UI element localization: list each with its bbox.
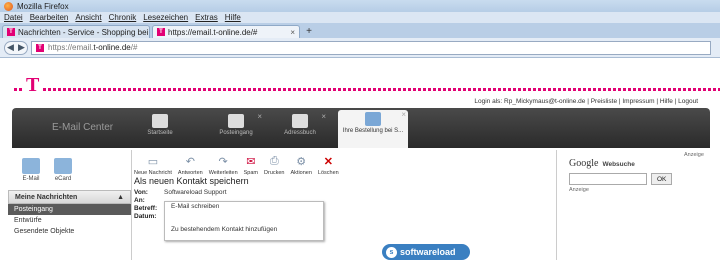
nav-tab-label: Adressbuch bbox=[284, 130, 316, 136]
google-search-header: Google Websuche bbox=[569, 158, 676, 169]
nav-tab-startseite[interactable]: Startseite bbox=[132, 112, 188, 146]
home-icon bbox=[152, 114, 168, 128]
new-message-icon: ▭ bbox=[147, 155, 159, 168]
tab-label: https://email.t-online.de/# bbox=[168, 27, 258, 37]
quick-actions: E-Mail eCard bbox=[8, 150, 131, 182]
browser-tab-nachrichten[interactable]: T Nachrichten - Service - Shopping bei .… bbox=[2, 25, 150, 38]
folder-entwuerfe[interactable]: Entwürfe bbox=[8, 215, 131, 226]
google-search-input[interactable] bbox=[569, 173, 647, 185]
new-message-button[interactable]: ▭ Neue Nachricht bbox=[134, 154, 172, 177]
telekom-logo[interactable]: T bbox=[14, 75, 720, 96]
actions-button[interactable]: ⚙ Aktionen bbox=[291, 154, 312, 177]
telekom-tab-icon: T bbox=[7, 28, 15, 36]
menu-lesezeichen[interactable]: Lesezeichen bbox=[143, 13, 188, 22]
login-links[interactable]: Login als: Rp_Mickymaus@t-online.de | Pr… bbox=[474, 98, 698, 105]
reply-icon: ↶ bbox=[185, 155, 195, 168]
telekom-header: T Login als: Rp_Mickymaus@t-online.de | … bbox=[0, 58, 720, 110]
inbox-icon bbox=[228, 114, 244, 128]
tab-close-icon[interactable]: × bbox=[290, 28, 295, 37]
quick-ecard-button[interactable]: eCard bbox=[54, 158, 72, 182]
mail-from[interactable]: Softwareload Support bbox=[164, 189, 227, 196]
folder-section-title: Meine Nachrichten bbox=[15, 193, 78, 201]
quick-label: eCard bbox=[54, 176, 72, 182]
telekom-tab-icon: T bbox=[157, 28, 165, 36]
tab-label: Nachrichten - Service - Shopping bei ... bbox=[18, 27, 150, 37]
browser-tab-email[interactable]: T https://email.t-online.de/# × bbox=[152, 25, 300, 38]
back-icon[interactable]: ◀ bbox=[7, 42, 14, 53]
nav-tab-label: Startseite bbox=[147, 130, 173, 136]
addressbook-icon bbox=[292, 114, 308, 128]
window-title: Mozilla Firefox bbox=[17, 1, 69, 11]
left-sidebar: E-Mail eCard Meine Nachrichten ▲ Postein… bbox=[8, 150, 132, 260]
menu-hilfe[interactable]: Hilfe bbox=[225, 13, 241, 22]
mail-from-row: Von: Softwareload Support bbox=[134, 188, 227, 196]
google-ok-button[interactable]: OK bbox=[651, 173, 673, 185]
mail-open-icon bbox=[365, 112, 381, 126]
close-icon[interactable]: × bbox=[401, 110, 406, 119]
url-text: https://email.t-online.de/# bbox=[48, 43, 138, 52]
spam-button[interactable]: ✉ Spam bbox=[244, 154, 258, 177]
nav-tab-label: Posteingang bbox=[219, 130, 253, 136]
mail-toolbar: ▭ Neue Nachricht ↶ Antworten ↷ Weiterleiten… bbox=[134, 150, 554, 177]
nav-tab-posteingang[interactable]: × Posteingang bbox=[208, 112, 264, 146]
print-button[interactable]: ⎙ Drucken bbox=[264, 154, 284, 177]
menu-item-als-kontakt-speichern[interactable]: Als neuen Kontakt speichern bbox=[134, 176, 249, 186]
menu-chronik[interactable]: Chronik bbox=[109, 13, 137, 22]
window-titlebar: Mozilla Firefox bbox=[0, 0, 720, 12]
nav-tab-label: Ihre Bestellung bei S... bbox=[342, 128, 404, 134]
email-center-title: E-Mail Center bbox=[52, 122, 114, 133]
forward-icon: ↷ bbox=[218, 155, 228, 168]
ad-label-right: Anzeige bbox=[684, 152, 704, 158]
right-sidebar: Google Websuche OK Anzeige bbox=[556, 150, 676, 260]
email-icon bbox=[22, 158, 40, 174]
print-icon: ⎙ bbox=[269, 154, 279, 167]
ad-label: Anzeige bbox=[569, 187, 589, 193]
gear-icon: ⚙ bbox=[296, 155, 307, 168]
google-logo: Google bbox=[569, 158, 599, 169]
quick-email-button[interactable]: E-Mail bbox=[22, 158, 40, 182]
quick-label: E-Mail bbox=[22, 176, 40, 182]
new-tab-button[interactable]: + bbox=[302, 25, 316, 38]
browser-tabbar: T Nachrichten - Service - Shopping bei .… bbox=[0, 23, 720, 38]
menu-datei[interactable]: Datei bbox=[4, 13, 23, 22]
close-icon[interactable]: × bbox=[257, 112, 262, 121]
menu-extras[interactable]: Extras bbox=[195, 13, 218, 22]
site-identity-icon[interactable]: T bbox=[36, 43, 44, 52]
folder-section-header[interactable]: Meine Nachrichten ▲ bbox=[8, 190, 131, 204]
nav-tab-bestellung[interactable]: × Ihre Bestellung bei S... bbox=[338, 110, 408, 148]
delete-button[interactable]: ✕ Löschen bbox=[318, 154, 339, 177]
back-forward-buttons[interactable]: ◀ ▶ bbox=[4, 40, 28, 55]
firefox-icon bbox=[4, 1, 13, 11]
spam-icon: ✉ bbox=[246, 155, 256, 168]
menu-ansicht[interactable]: Ansicht bbox=[75, 13, 101, 22]
browser-navbar: ◀ ▶ T https://email.t-online.de/# bbox=[0, 38, 720, 58]
close-icon[interactable]: × bbox=[321, 112, 326, 121]
google-search-form: OK bbox=[569, 173, 676, 185]
url-bar[interactable]: T https://email.t-online.de/# bbox=[31, 40, 711, 55]
nav-tab-adressbuch[interactable]: × Adressbuch bbox=[272, 112, 328, 146]
softwareload-logo-icon: s bbox=[386, 246, 397, 258]
forward-button[interactable]: ↷ Weiterleiten bbox=[209, 154, 238, 177]
menubar: Datei Bearbeiten Ansicht Chronik Lesezei… bbox=[0, 12, 720, 23]
contact-context-menu: E-Mail schreiben Zu bestehendem Kontakt … bbox=[164, 201, 324, 241]
folder-posteingang[interactable]: Posteingang bbox=[8, 204, 131, 215]
websuche-label: Websuche bbox=[602, 161, 635, 168]
mail-view: ▭ Neue Nachricht ↶ Antworten ↷ Weiterleiten… bbox=[134, 150, 554, 260]
collapse-icon[interactable]: ▲ bbox=[117, 194, 124, 201]
menu-item-kontakt-hinzufuegen[interactable]: Zu bestehendem Kontakt hinzufügen bbox=[165, 225, 323, 234]
softwareload-banner[interactable]: s softwareload bbox=[382, 244, 470, 260]
reply-button[interactable]: ↶ Antworten bbox=[178, 154, 203, 177]
email-center-nav: E-Mail Center Startseite × Posteingang ×… bbox=[12, 108, 710, 148]
folder-gesendete[interactable]: Gesendete Objekte bbox=[8, 226, 131, 237]
forward-icon[interactable]: ▶ bbox=[18, 42, 25, 53]
banner-text: softwareload bbox=[400, 247, 456, 257]
delete-icon: ✕ bbox=[323, 155, 333, 168]
menu-bearbeiten[interactable]: Bearbeiten bbox=[30, 13, 69, 22]
ecard-icon bbox=[54, 158, 72, 174]
menu-item-email-schreiben[interactable]: E-Mail schreiben bbox=[165, 202, 323, 211]
